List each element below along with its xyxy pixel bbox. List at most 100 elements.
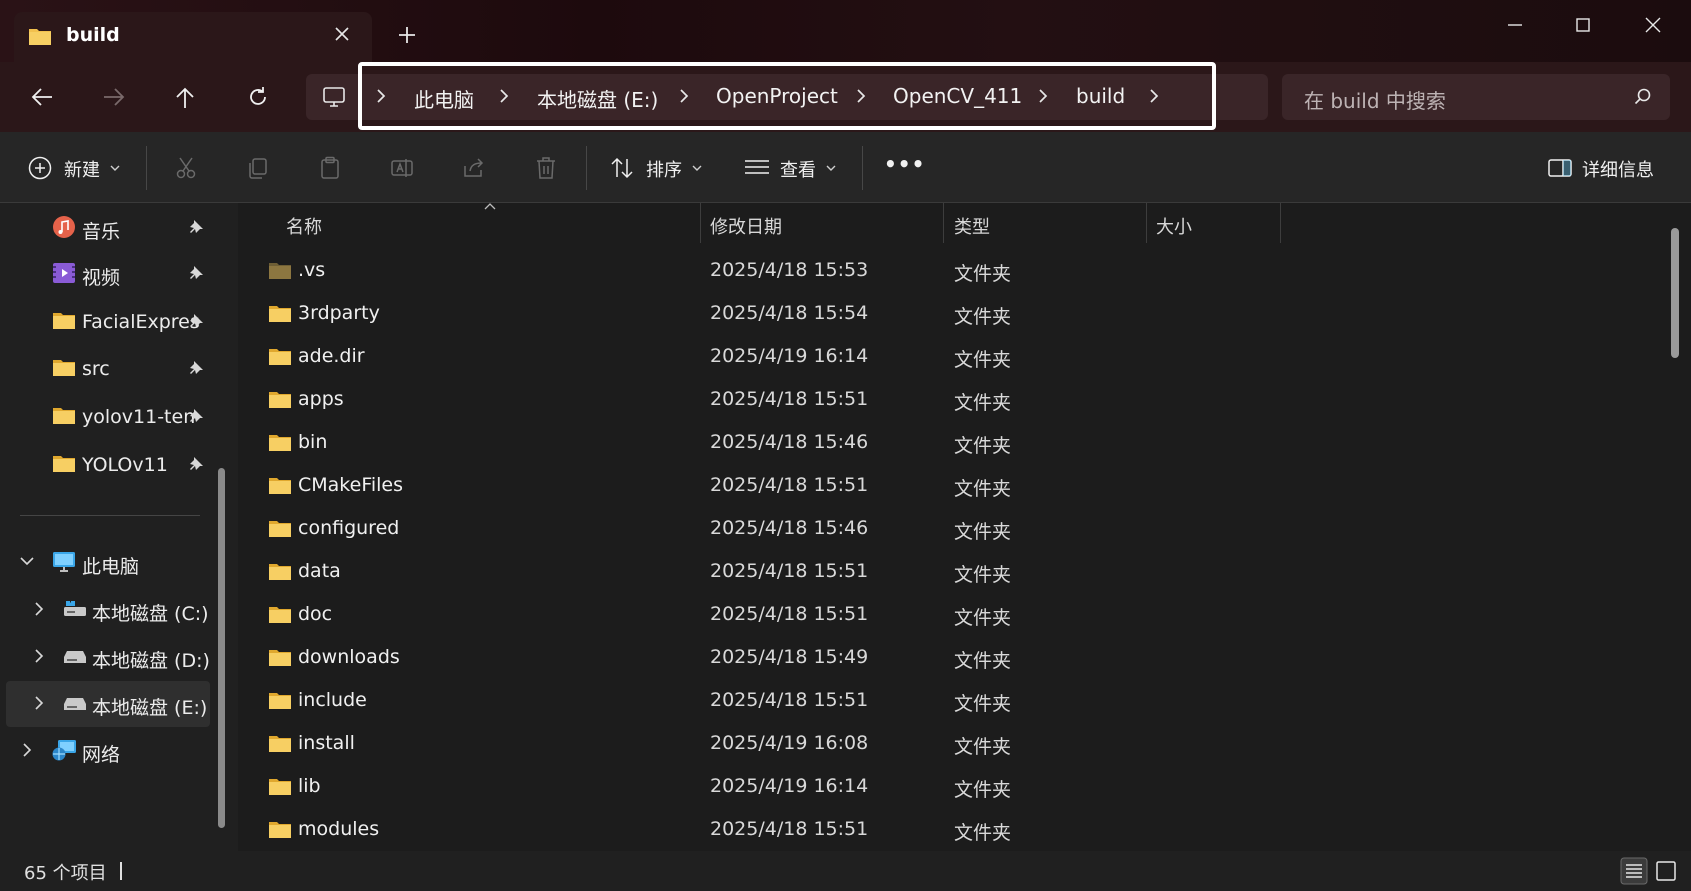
pin-icon[interactable] [188, 456, 204, 472]
delete-icon[interactable] [534, 156, 558, 180]
copy-icon[interactable] [246, 156, 270, 180]
column-separator[interactable] [1280, 203, 1281, 243]
sidebar-item-videos[interactable]: 视频 [0, 251, 238, 297]
file-type: 文件夹 [954, 435, 1012, 457]
folder-icon [268, 519, 292, 539]
table-row[interactable]: configured 2025/4/18 15:46 文件夹 [238, 507, 1658, 550]
sidebar-item-yolov11[interactable]: YOLOv11 [0, 442, 238, 488]
folder-icon [268, 562, 292, 582]
file-type: 文件夹 [954, 564, 1012, 586]
tab-build[interactable]: build [14, 12, 372, 62]
table-row[interactable]: modules 2025/4/18 15:51 文件夹 [238, 808, 1658, 851]
table-row[interactable]: apps 2025/4/18 15:51 文件夹 [238, 378, 1658, 421]
table-row[interactable]: .vs 2025/4/18 15:53 文件夹 [238, 249, 1658, 292]
navigation-bar: 此电脑 本地磁盘 (E:) OpenProject OpenCV_411 bui… [0, 62, 1691, 132]
table-row[interactable]: CMakeFiles 2025/4/18 15:51 文件夹 [238, 464, 1658, 507]
folder-icon [268, 433, 292, 453]
chevron-down-icon[interactable] [110, 164, 120, 172]
table-row[interactable]: lib 2025/4/19 16:14 文件夹 [238, 765, 1658, 808]
table-row[interactable]: doc 2025/4/18 15:51 文件夹 [238, 593, 1658, 636]
chevron-right-icon[interactable] [34, 602, 44, 616]
more-options-button[interactable]: ••• [884, 152, 925, 176]
column-separator[interactable] [1146, 203, 1147, 243]
column-header-type[interactable]: 类型 [954, 213, 990, 239]
table-row[interactable]: install 2025/4/19 16:08 文件夹 [238, 722, 1658, 765]
column-header-name[interactable]: 名称 [286, 213, 322, 239]
close-window-icon[interactable] [1642, 14, 1664, 36]
chevron-down-icon[interactable] [826, 164, 836, 172]
column-separator[interactable] [700, 203, 701, 243]
column-header-date[interactable]: 修改日期 [710, 213, 782, 239]
sidebar-item-drive-e[interactable]: 本地磁盘 (E:) [0, 681, 238, 727]
close-tab-icon[interactable] [332, 24, 352, 44]
title-bar: build [0, 0, 1691, 62]
search-icon[interactable] [1634, 88, 1652, 106]
file-name: downloads [298, 646, 400, 668]
rename-icon[interactable] [390, 156, 414, 180]
chevron-down-icon[interactable] [692, 164, 702, 172]
details-button[interactable]: 详细信息 [1582, 156, 1654, 182]
file-name: 3rdparty [298, 302, 380, 324]
table-row[interactable]: ade.dir 2025/4/19 16:14 文件夹 [238, 335, 1658, 378]
sidebar-item-drive-d[interactable]: 本地磁盘 (D:) [0, 634, 238, 680]
details-view-icon[interactable] [1620, 857, 1648, 885]
sort-icon[interactable] [610, 156, 634, 180]
tiles-view-icon[interactable] [1652, 857, 1680, 885]
folder-icon [268, 777, 292, 797]
minimize-icon[interactable] [1504, 14, 1526, 36]
file-name: ade.dir [298, 345, 365, 367]
sidebar-item-this-pc[interactable]: 此电脑 [0, 540, 238, 586]
column-header-size[interactable]: 大小 [1156, 213, 1192, 239]
pin-icon[interactable] [188, 408, 204, 424]
sidebar-item-network[interactable]: 网络 [0, 728, 238, 774]
view-list-icon[interactable] [744, 158, 770, 178]
sort-button[interactable]: 排序 [646, 156, 682, 182]
toolbar-divider [586, 146, 587, 190]
sidebar-scrollbar[interactable] [218, 468, 225, 828]
view-button[interactable]: 查看 [780, 156, 816, 182]
sidebar-item-src[interactable]: src [0, 346, 238, 392]
new-tab-icon[interactable] [398, 26, 416, 44]
chevron-down-icon[interactable] [20, 556, 34, 566]
file-list-scrollbar[interactable] [1671, 228, 1679, 358]
share-icon[interactable] [462, 156, 486, 180]
file-type: 文件夹 [954, 607, 1012, 629]
pin-icon[interactable] [188, 360, 204, 376]
sidebar-item-label: 本地磁盘 (E:) [92, 697, 208, 719]
sidebar-item-label: 视频 [82, 267, 121, 289]
paste-icon[interactable] [318, 156, 342, 180]
file-list: 名称 修改日期 类型 大小 .vs 2025/4/18 15:53 文件夹 3rdpa… [238, 203, 1691, 851]
this-pc-icon [52, 551, 76, 573]
table-row[interactable]: include 2025/4/18 15:51 文件夹 [238, 679, 1658, 722]
file-type: 文件夹 [954, 521, 1012, 543]
pin-icon[interactable] [188, 313, 204, 329]
sidebar-item-yolov11-ten[interactable]: yolov11-ten [0, 394, 238, 440]
file-name: apps [298, 388, 344, 410]
sidebar-item-music[interactable]: 音乐 [0, 205, 238, 251]
modified-date: 2025/4/18 15:51 [710, 689, 869, 711]
video-icon [52, 261, 76, 285]
new-button[interactable]: 新建 [64, 156, 100, 182]
file-type: 文件夹 [954, 779, 1012, 801]
new-plus-icon[interactable] [28, 156, 52, 180]
sidebar-item-label: 本地磁盘 (C:) [92, 603, 209, 625]
pin-icon[interactable] [188, 265, 204, 281]
search-box[interactable]: 在 build 中搜索 [1282, 74, 1670, 120]
chevron-right-icon[interactable] [34, 649, 44, 663]
details-pane-icon[interactable] [1548, 158, 1572, 178]
command-bar: 新建 排序 查看 ••• 详细信息 [0, 132, 1691, 203]
cut-icon[interactable] [174, 156, 198, 180]
sidebar-item-drive-c[interactable]: 本地磁盘 (C:) [0, 587, 238, 633]
table-row[interactable]: 3rdparty 2025/4/18 15:54 文件夹 [238, 292, 1658, 335]
folder-icon [268, 734, 292, 754]
table-row[interactable]: downloads 2025/4/18 15:49 文件夹 [238, 636, 1658, 679]
file-type: 文件夹 [954, 822, 1012, 844]
chevron-right-icon[interactable] [22, 743, 32, 757]
table-row[interactable]: bin 2025/4/18 15:46 文件夹 [238, 421, 1658, 464]
maximize-icon[interactable] [1572, 14, 1594, 36]
sidebar-item-facialexpres[interactable]: FacialExpres [0, 299, 238, 345]
table-row[interactable]: data 2025/4/18 15:51 文件夹 [238, 550, 1658, 593]
chevron-right-icon[interactable] [34, 696, 44, 710]
column-separator[interactable] [943, 203, 944, 243]
pin-icon[interactable] [188, 219, 204, 235]
